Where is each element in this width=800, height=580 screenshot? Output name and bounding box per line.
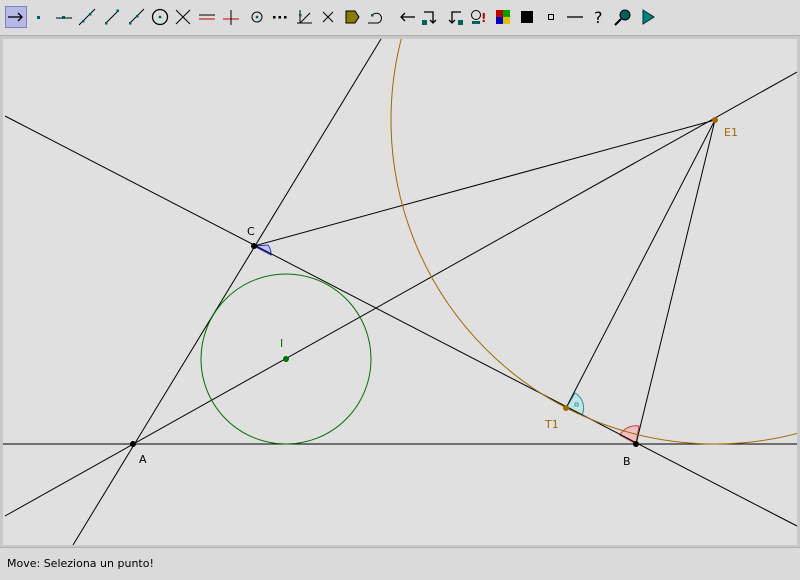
point-style-tool-button[interactable]	[540, 6, 562, 28]
arrow-left-icon	[400, 12, 415, 22]
point-c[interactable]	[251, 243, 257, 249]
macro-out-icon	[448, 11, 463, 25]
help-tool-button[interactable]: ?	[588, 6, 610, 28]
segment-t1-e1[interactable]	[565, 119, 716, 409]
point-tool-button[interactable]	[28, 6, 50, 28]
play-icon	[642, 9, 655, 25]
macro-in-icon	[422, 11, 437, 25]
status-text: Move: Seleziona un punto!	[7, 557, 154, 570]
midpoint-icon	[251, 11, 263, 23]
fill-shape-icon	[345, 10, 360, 24]
circle-tool-button[interactable]	[149, 6, 171, 28]
perpendicular-icon	[223, 10, 239, 25]
line-bc[interactable]	[4, 115, 797, 527]
macro-out-tool-button[interactable]	[444, 6, 466, 28]
bisector-a[interactable]	[4, 71, 797, 517]
zoom-tool-button[interactable]	[612, 6, 634, 28]
check-icon: !	[471, 10, 486, 25]
parallel-icon	[199, 14, 215, 20]
segment-tool-button[interactable]	[101, 6, 123, 28]
angle-icon	[297, 10, 312, 24]
point-icon	[37, 16, 40, 19]
locus-tool-button[interactable]	[364, 6, 386, 28]
circle-icon	[151, 8, 169, 26]
label-a: A	[139, 453, 147, 466]
line-icon	[78, 8, 96, 26]
svg-text:!: !	[481, 11, 486, 25]
label-t1: T1	[544, 418, 559, 431]
point-b[interactable]	[633, 441, 639, 447]
angle-tool-button[interactable]	[293, 6, 315, 28]
toolbar: !?	[0, 0, 800, 36]
point-a[interactable]	[130, 441, 136, 447]
parallel-tool-button[interactable]	[196, 6, 218, 28]
label-e1: E1	[724, 126, 738, 139]
dotted-line-tool-button[interactable]	[269, 6, 291, 28]
midpoint-tool-button[interactable]	[246, 6, 268, 28]
svg-text:?: ?	[594, 8, 603, 27]
perpendicular-tool-button[interactable]	[220, 6, 242, 28]
move-tool-button[interactable]	[5, 6, 27, 28]
fill-tool-button[interactable]	[341, 6, 363, 28]
intersection-tool-button[interactable]	[172, 6, 194, 28]
line-ac[interactable]	[72, 39, 382, 545]
locus-icon	[368, 12, 382, 24]
intersection-icon	[175, 9, 191, 25]
segment-icon	[105, 9, 119, 25]
label-i: I	[280, 337, 283, 350]
dotted-line-icon	[273, 16, 287, 19]
line-style-icon	[567, 16, 583, 18]
color-palette-icon	[496, 10, 510, 24]
arrow-right-icon	[8, 12, 23, 22]
question-icon: ?	[594, 8, 603, 27]
label-c: C	[247, 225, 255, 238]
thickness-tool-button[interactable]	[516, 6, 538, 28]
check-tool-button[interactable]: !	[468, 6, 490, 28]
drawing-canvas[interactable]: A B C I E1 T1	[3, 39, 797, 545]
animate-tool-button[interactable]	[637, 6, 659, 28]
geometry-canvas[interactable]: A B C I E1 T1	[3, 39, 797, 545]
filled-square-icon	[521, 11, 533, 23]
color-tool-button[interactable]	[492, 6, 514, 28]
delete-icon	[322, 11, 334, 23]
status-bar: Move: Seleziona un punto!	[0, 547, 800, 580]
small-square-icon	[548, 14, 554, 20]
label-b: B	[623, 455, 631, 468]
segment-c-e1[interactable]	[253, 119, 716, 247]
line-style-tool-button[interactable]	[564, 6, 586, 28]
zoom-icon	[614, 9, 631, 26]
point-on-line-tool-button[interactable]	[53, 6, 75, 28]
excircle[interactable]	[390, 39, 797, 445]
delete-tool-button[interactable]	[317, 6, 339, 28]
undo-tool-button[interactable]	[396, 6, 418, 28]
ray-icon	[129, 8, 145, 25]
segment-b-e1[interactable]	[635, 119, 716, 445]
point-t1[interactable]	[563, 405, 569, 411]
macro-in-tool-button[interactable]	[419, 6, 441, 28]
point-on-object-icon	[56, 16, 72, 19]
point-e1[interactable]	[712, 117, 718, 123]
ray-tool-button[interactable]	[125, 6, 147, 28]
point-i[interactable]	[283, 356, 289, 362]
line-tool-button[interactable]	[76, 6, 98, 28]
